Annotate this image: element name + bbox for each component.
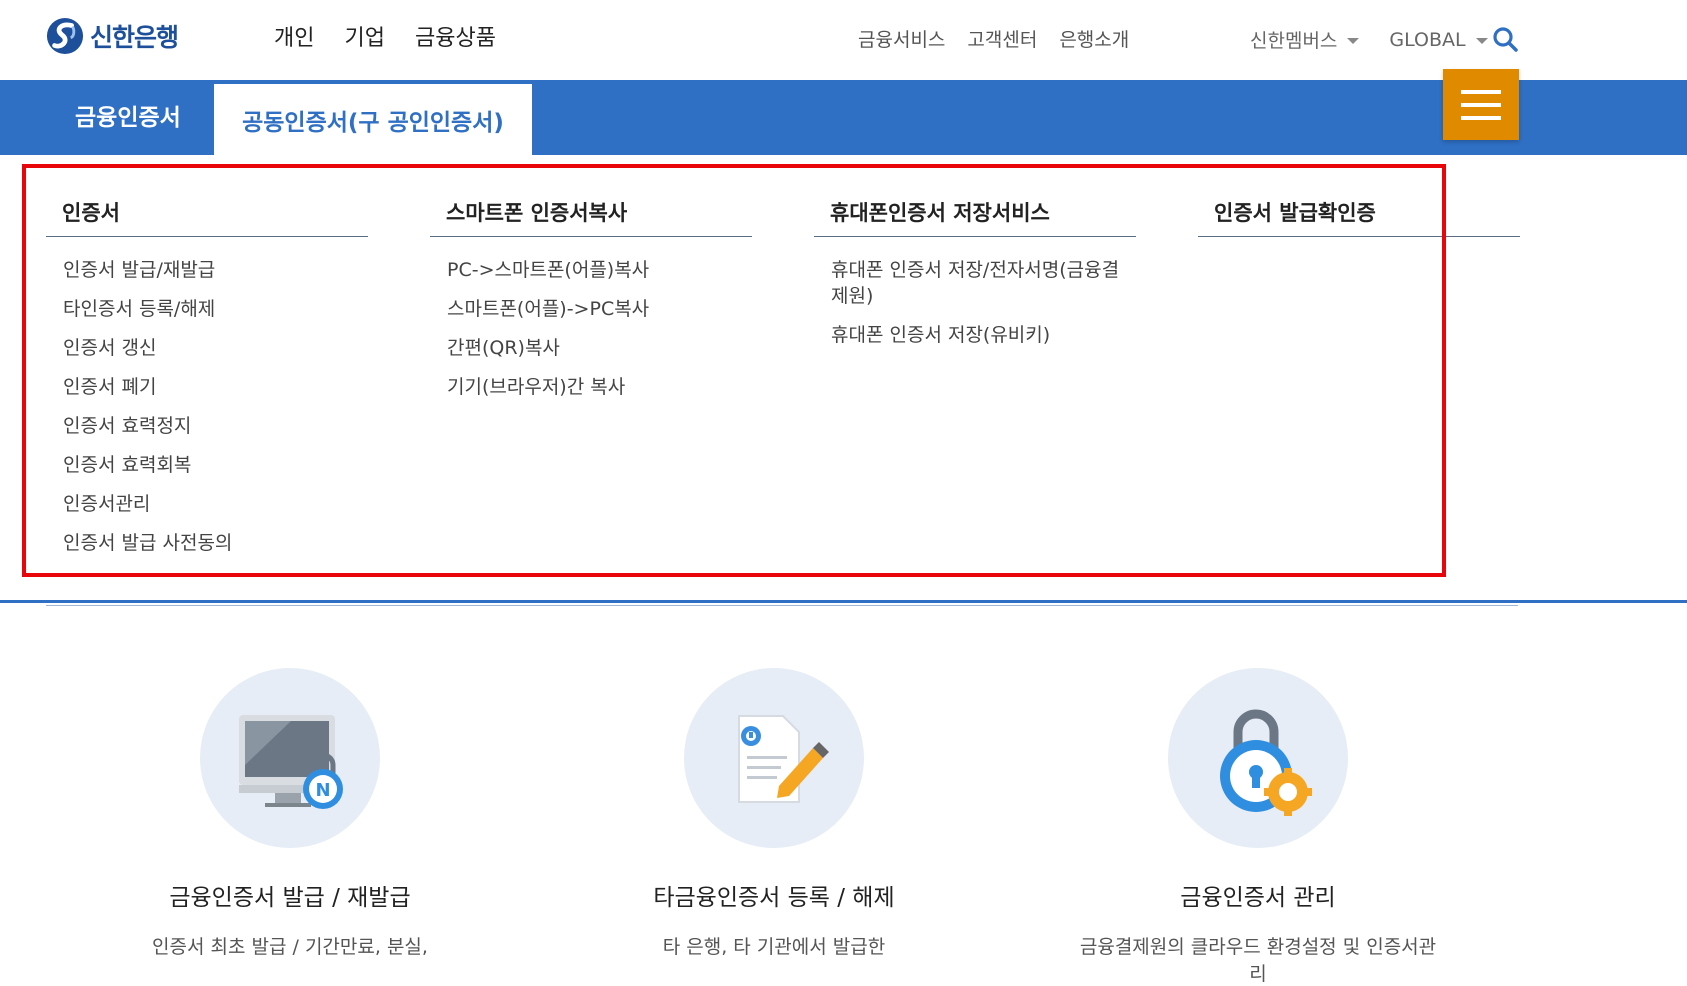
chevron-down-icon	[1347, 37, 1360, 44]
card-description: 인증서 최초 발급 / 기간만료, 분실,	[152, 936, 428, 958]
tab-joint-certificate-label: 공동인증서(구 공인인증서)	[242, 109, 504, 136]
menu-item[interactable]: 간편(QR)복사	[430, 335, 747, 361]
hamburger-menu-button[interactable]	[1443, 69, 1519, 140]
menu-item[interactable]: 스마트폰(어플)->PC복사	[430, 296, 747, 322]
members-dropdown[interactable]: 신한멤버스	[1250, 26, 1360, 53]
menu-item[interactable]: 인증서 발급/재발급	[46, 257, 363, 283]
util-financial-service[interactable]: 금융서비스	[858, 25, 945, 52]
members-label: 신한멤버스	[1250, 30, 1338, 52]
shinhan-logo-icon	[46, 17, 84, 55]
mega-menu-panel: 인증서 인증서 발급/재발급 타인증서 등록/해제 인증서 갱신 인증서 폐기 …	[0, 155, 1687, 600]
search-icon[interactable]	[1492, 26, 1518, 52]
certificate-tab-bar: 금융인증서 공동인증서(구 공인인증서)	[0, 80, 1687, 155]
menu-item[interactable]: 인증서 폐기	[46, 374, 363, 400]
menu-item[interactable]: 인증서관리	[46, 491, 363, 517]
chevron-down-icon	[1475, 37, 1488, 44]
nav-products[interactable]: 금융상품	[415, 20, 496, 52]
card-icon-circle	[1168, 668, 1348, 848]
lock-gear-icon	[1220, 709, 1312, 816]
menu-icon	[1461, 89, 1501, 94]
tab-financial-certificate[interactable]: 금융인증서	[75, 98, 181, 132]
top-header: 신한은행 개인 기업 금융상품 금융서비스 고객센터 은행소개 신한멤버스 GL…	[0, 0, 1687, 80]
menu-item[interactable]: 인증서 효력회복	[46, 452, 363, 478]
member-global-group: 신한멤버스 GLOBAL	[1250, 26, 1488, 53]
global-dropdown[interactable]: GLOBAL	[1389, 28, 1488, 51]
card-icon-circle	[684, 668, 864, 848]
card-certificate-management[interactable]: 금융인증서 관리 금융결제원의 클라우드 환경설정 및 인증서관리	[1078, 668, 1438, 986]
menu-item[interactable]: 휴대폰 인증서 저장(유비키)	[814, 322, 1131, 348]
menu-item[interactable]: 휴대폰 인증서 저장/전자서명(금융결제원)	[814, 257, 1131, 309]
document-pen-icon	[738, 715, 829, 803]
global-label: GLOBAL	[1389, 28, 1466, 51]
card-description: 금융결제원의 클라우드 환경설정 및 인증서관리	[1079, 936, 1437, 985]
menu-item[interactable]: PC->스마트폰(어플)복사	[430, 257, 747, 283]
menu-item[interactable]: 기기(브라우저)간 복사	[430, 374, 747, 400]
menu-column-issuance-confirmation: 인증서 발급확인증	[1198, 197, 1520, 237]
menu-item[interactable]: 인증서 발급 사전동의	[46, 530, 363, 556]
column-title: 인증서	[46, 197, 368, 237]
menu-column-smartphone-copy: 스마트폰 인증서복사 PC->스마트폰(어플)복사 스마트폰(어플)->PC복사…	[430, 197, 752, 413]
util-bank-intro[interactable]: 은행소개	[1059, 25, 1129, 52]
menu-item[interactable]: 인증서 효력정지	[46, 413, 363, 439]
svg-text:N: N	[315, 780, 330, 801]
menu-item[interactable]: 인증서 갱신	[46, 335, 363, 361]
logo-text: 신한은행	[90, 23, 179, 52]
menu-column-phone-storage: 휴대폰인증서 저장서비스 휴대폰 인증서 저장/전자서명(금융결제원) 휴대폰 …	[814, 197, 1136, 361]
nav-personal[interactable]: 개인	[274, 20, 314, 52]
nav-business[interactable]: 기업	[344, 20, 384, 52]
tab-joint-certificate[interactable]: 공동인증서(구 공인인증서)	[214, 84, 532, 155]
column-title: 스마트폰 인증서복사	[430, 197, 752, 237]
menu-column-certificate: 인증서 인증서 발급/재발급 타인증서 등록/해제 인증서 갱신 인증서 폐기 …	[46, 197, 368, 569]
column-title: 휴대폰인증서 저장서비스	[814, 197, 1136, 237]
card-description: 타 은행, 타 기관에서 발급한	[662, 936, 886, 958]
mega-menu-bottom-border	[0, 600, 1687, 603]
monitor-cert-icon: N	[239, 715, 343, 809]
menu-item[interactable]: 타인증서 등록/해제	[46, 296, 363, 322]
card-title: 금융인증서 관리	[1180, 885, 1336, 911]
main-nav: 개인 기업 금융상품	[274, 20, 496, 52]
util-customer-center[interactable]: 고객센터	[967, 25, 1037, 52]
utility-nav: 금융서비스 고객센터 은행소개	[858, 25, 1129, 52]
logo[interactable]: 신한은행	[46, 16, 179, 56]
card-title: 금융인증서 발급 / 재발급	[169, 885, 411, 911]
card-register-release[interactable]: 타금융인증서 등록 / 해제 타 은행, 타 기관에서 발급한	[594, 668, 954, 959]
card-icon-circle: N	[200, 668, 380, 848]
column-title[interactable]: 인증서 발급확인증	[1198, 197, 1520, 237]
divider	[46, 605, 1518, 606]
card-issue-reissue[interactable]: N 금융인증서 발급 / 재발급 인증서 최초 발급 / 기간만료, 분실,	[110, 668, 470, 959]
card-title: 타금융인증서 등록 / 해제	[653, 885, 895, 911]
